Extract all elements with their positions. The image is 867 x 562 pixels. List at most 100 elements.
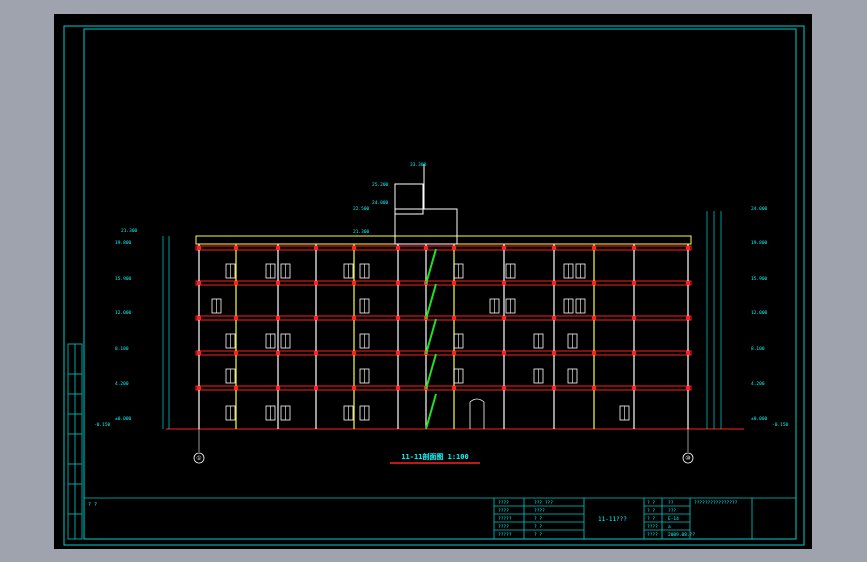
- beam-joint: [352, 281, 356, 285]
- beam-joint: [234, 281, 238, 285]
- beam-joint: [452, 246, 456, 250]
- info-value: ???: [668, 508, 676, 514]
- beam-joint: [686, 316, 690, 320]
- elevation-label: 8.100: [751, 346, 765, 352]
- elevation-label: -0.150: [772, 422, 789, 428]
- stair-flight: [425, 318, 437, 355]
- beam-joint: [592, 246, 596, 250]
- elevation-label: 33.300: [410, 162, 427, 168]
- beam-joint: [552, 246, 556, 250]
- beam-joint: [396, 386, 400, 390]
- beam-joint: [632, 281, 636, 285]
- beam-joint: [197, 386, 201, 390]
- elevations-left: 21.300 19.800 15.900 12.000 8.100 4.200 …: [94, 228, 138, 428]
- beam-joint: [452, 351, 456, 355]
- beam-joint: [632, 386, 636, 390]
- title-drawing-name: 11-11???: [598, 516, 627, 523]
- stair-flight: [425, 353, 437, 390]
- elevation-label: 21.300: [353, 229, 370, 235]
- floor-slab: [195, 350, 692, 356]
- beam-joint: [197, 246, 201, 250]
- drawing-canvas[interactable]: ? ? ???? ???? ????? ???? ????? ??? ??? ?…: [54, 14, 812, 549]
- beam-joint: [314, 386, 318, 390]
- right-dimension-chain: [706, 211, 722, 429]
- beam-joint: [592, 386, 596, 390]
- mid-label: ????: [498, 524, 509, 530]
- beam-joint: [276, 351, 280, 355]
- beam-joint: [552, 351, 556, 355]
- elevations-right: 24.000 19.800 15.900 12.000 8.100 4.200 …: [751, 206, 789, 428]
- left-dimension-chain: [162, 236, 170, 429]
- beam-joint: [314, 351, 318, 355]
- beam-joint: [276, 386, 280, 390]
- entrance-door: [469, 398, 485, 429]
- elevation-label: 22.500: [353, 206, 370, 212]
- info-label: ? ?: [647, 508, 655, 514]
- elevation-label: 12.000: [751, 310, 768, 316]
- info-value: 2009.08.??: [668, 532, 695, 538]
- elevation-label: 24.000: [751, 206, 768, 212]
- elevation-label: 8.100: [115, 346, 129, 352]
- stair-flight: [425, 248, 437, 285]
- mid-value: ????: [534, 508, 545, 514]
- title-left-note: ? ?: [88, 502, 97, 508]
- beam-joint: [352, 386, 356, 390]
- beam-joint: [352, 316, 356, 320]
- elevation-label: 25.200: [372, 182, 389, 188]
- beam-joint: [632, 246, 636, 250]
- beam-joint: [396, 351, 400, 355]
- info-value: E-14: [668, 516, 679, 522]
- beam-joint: [502, 246, 506, 250]
- beam-joint: [592, 351, 596, 355]
- elevation-label: 15.900: [115, 276, 132, 282]
- title-company: ????????????????: [694, 500, 738, 506]
- beam-joint: [452, 281, 456, 285]
- mid-label: ????: [498, 508, 509, 514]
- beam-joint: [396, 281, 400, 285]
- stair-flight: [425, 393, 437, 430]
- beam-joint: [686, 281, 690, 285]
- beam-joint: [552, 281, 556, 285]
- beam-joint: [686, 386, 690, 390]
- elevation-label: 15.900: [751, 276, 768, 282]
- beam-joint: [234, 351, 238, 355]
- mid-value: ? ?: [534, 532, 542, 538]
- elevation-label: 4.200: [115, 381, 129, 387]
- beam-joint: [502, 316, 506, 320]
- elevation-label: 19.800: [751, 240, 768, 246]
- beam-joint: [276, 316, 280, 320]
- mid-label: ?????: [498, 532, 512, 538]
- beam-joint: [592, 281, 596, 285]
- beam-joint: [314, 281, 318, 285]
- beam-joint: [234, 316, 238, 320]
- drawing-title: 11-11剖面图 1:100: [401, 452, 468, 461]
- beam-joint: [502, 386, 506, 390]
- beam-joint: [197, 281, 201, 285]
- mid-value: ? ?: [534, 524, 542, 530]
- elevation-label: ±0.000: [751, 416, 768, 422]
- info-value: a: [668, 525, 671, 530]
- beam-joint: [314, 246, 318, 250]
- elevation-label: 19.800: [115, 240, 132, 246]
- axis-label-right: ⑩: [685, 455, 690, 462]
- elevation-label: 21.300: [121, 228, 138, 234]
- cad-viewport[interactable]: ? ? ???? ???? ????? ???? ????? ??? ??? ?…: [0, 0, 867, 562]
- building-section: [195, 164, 692, 430]
- beam-joint: [686, 246, 690, 250]
- info-label: ????: [647, 532, 658, 538]
- elevation-label: ±0.000: [115, 416, 132, 422]
- beam-joint: [234, 386, 238, 390]
- elevation-label: 24.000: [372, 200, 389, 206]
- beam-joint: [424, 246, 428, 250]
- floor-slab: [195, 385, 692, 391]
- beam-joint: [552, 316, 556, 320]
- roof-parapet: [195, 235, 692, 245]
- beam-joint: [502, 351, 506, 355]
- axis-label-left: ①: [196, 455, 201, 462]
- revision-strip: [67, 343, 83, 540]
- info-label: ? ?: [647, 500, 655, 506]
- info-label: ? ?: [647, 516, 655, 522]
- elevation-label: 12.000: [115, 310, 132, 316]
- beam-joint: [396, 316, 400, 320]
- elevations-top: 33.300 25.200 24.000 22.500 21.300: [353, 162, 427, 235]
